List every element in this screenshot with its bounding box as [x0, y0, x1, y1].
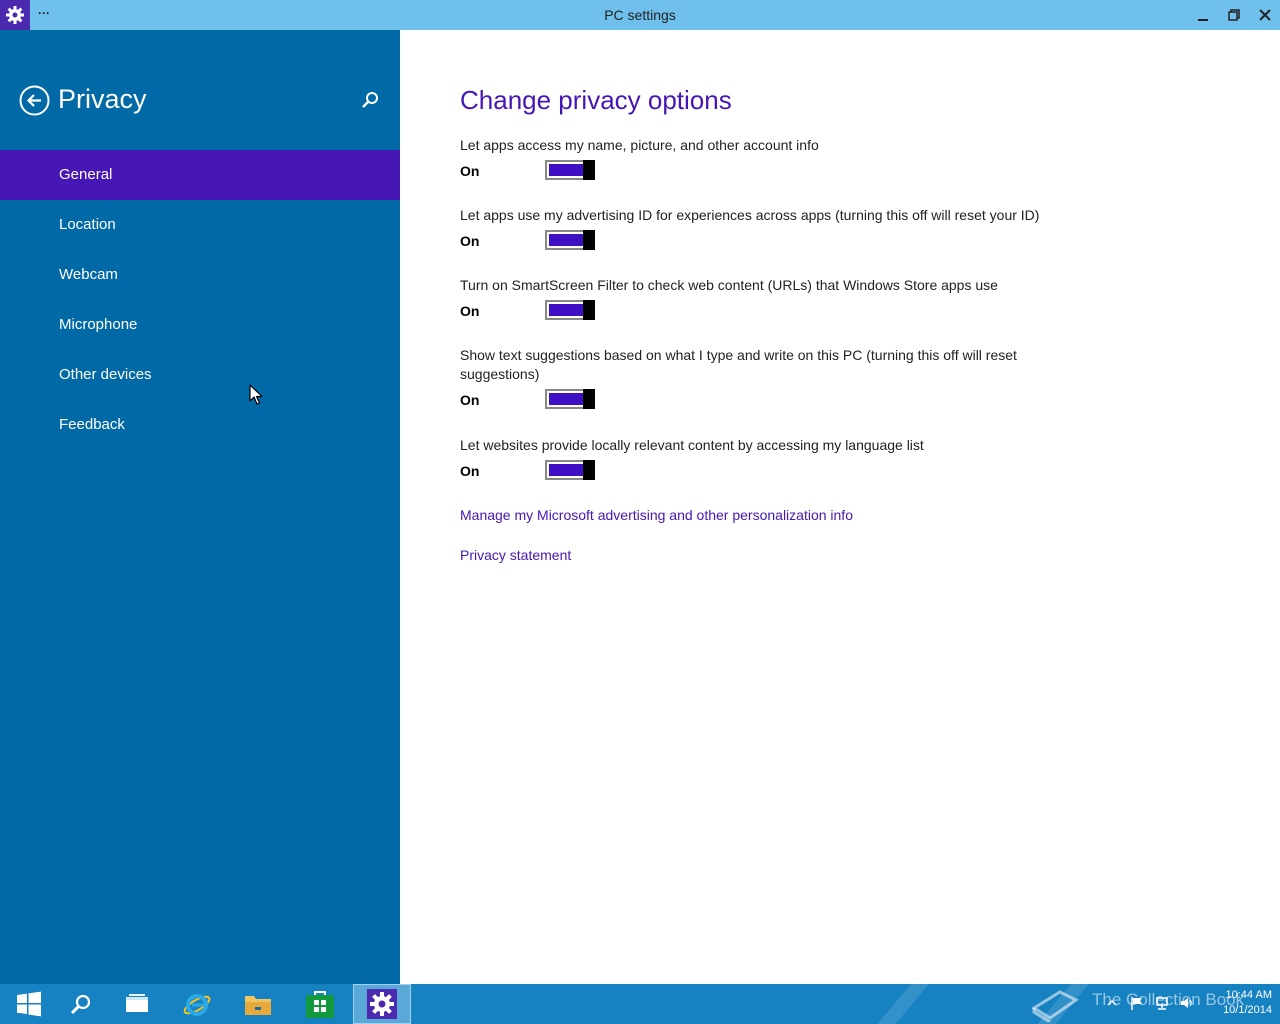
toggle-state-label: On	[460, 463, 480, 479]
task-view-icon[interactable]	[108, 984, 166, 1024]
setting-label: Turn on SmartScreen Filter to check web …	[460, 277, 998, 293]
action-center-flag-icon[interactable]	[1130, 996, 1144, 1010]
file-explorer-icon[interactable]	[229, 984, 287, 1024]
advertising-id-toggle[interactable]	[545, 230, 595, 250]
setting-language-list: Let websites provide locally relevant co…	[460, 436, 1060, 484]
sidebar: Privacy General Location Webcam Micropho…	[0, 30, 400, 984]
network-icon[interactable]	[1155, 996, 1169, 1010]
clock-date: 10/1/2014	[1223, 1004, 1272, 1016]
store-icon[interactable]	[291, 984, 349, 1024]
setting-text-suggestions: Show text suggestions based on what I ty…	[460, 346, 1060, 413]
toggle-state-label: On	[460, 392, 480, 408]
page-heading: Privacy	[58, 84, 147, 114]
start-icon[interactable]	[0, 984, 58, 1024]
setting-smartscreen: Turn on SmartScreen Filter to check web …	[460, 276, 1060, 324]
volume-icon[interactable]	[1180, 996, 1194, 1010]
setting-label: Let apps use my advertising ID for exper…	[460, 207, 1040, 223]
toggle-state-label: On	[460, 303, 480, 319]
mouse-cursor-icon	[249, 384, 263, 405]
sidebar-item-other-devices[interactable]: Other devices	[0, 350, 400, 400]
sidebar-item-webcam[interactable]: Webcam	[0, 250, 400, 300]
sidebar-nav: General Location Webcam Microphone Other…	[0, 150, 400, 450]
account-info-toggle[interactable]	[545, 160, 595, 180]
close-icon[interactable]	[1250, 0, 1280, 30]
setting-label: Let apps access my name, picture, and ot…	[460, 137, 819, 153]
show-hidden-icons-icon[interactable]	[1105, 996, 1119, 1010]
sidebar-item-feedback[interactable]: Feedback	[0, 400, 400, 450]
page-title: Change privacy options	[460, 85, 732, 115]
book-logo-icon	[1031, 990, 1079, 1022]
setting-label: Show text suggestions based on what I ty…	[460, 347, 1017, 382]
clock-time: 10:44 AM	[1225, 989, 1272, 1001]
sidebar-item-location[interactable]: Location	[0, 200, 400, 250]
search-icon[interactable]	[52, 984, 110, 1024]
main-content: Change privacy options Let apps access m…	[400, 30, 1280, 984]
window-title: PC settings	[604, 7, 676, 23]
minimize-icon[interactable]	[1188, 0, 1218, 30]
sidebar-item-general[interactable]: General	[0, 150, 400, 200]
setting-advertising-id: Let apps use my advertising ID for exper…	[460, 206, 1080, 254]
manage-advertising-link[interactable]: Manage my Microsoft advertising and othe…	[460, 507, 853, 523]
back-arrow-icon[interactable]	[19, 85, 50, 116]
smartscreen-toggle[interactable]	[545, 300, 595, 320]
privacy-statement-link[interactable]: Privacy statement	[460, 547, 571, 563]
settings-icon[interactable]	[353, 984, 411, 1024]
title-bar: ··· PC settings	[0, 0, 1280, 30]
internet-explorer-icon[interactable]	[168, 984, 226, 1024]
restore-icon[interactable]	[1219, 0, 1249, 30]
toggle-state-label: On	[460, 233, 480, 249]
sidebar-item-microphone[interactable]: Microphone	[0, 300, 400, 350]
toggle-state-label: On	[460, 163, 480, 179]
clock[interactable]: 10:44 AM 10/1/2014	[1200, 988, 1272, 1018]
taskbar-decoration	[860, 984, 938, 1024]
setting-label: Let websites provide locally relevant co…	[460, 437, 924, 453]
taskbar: The Collection Book 10:44 AM 10/1/2014	[0, 984, 1280, 1024]
language-list-toggle[interactable]	[545, 460, 595, 480]
text-suggestions-toggle[interactable]	[545, 389, 595, 409]
search-icon[interactable]	[360, 90, 380, 110]
setting-account-info: Let apps access my name, picture, and ot…	[460, 136, 1060, 184]
